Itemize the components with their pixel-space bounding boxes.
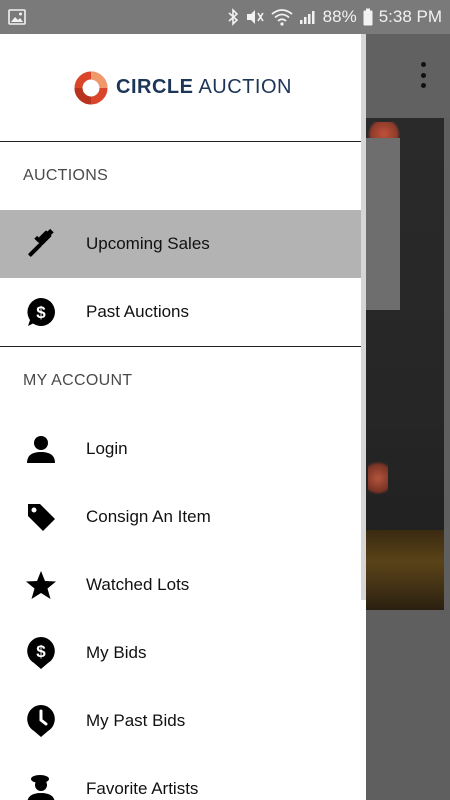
menu-item-label: My Bids bbox=[86, 643, 147, 662]
battery-icon bbox=[363, 8, 373, 26]
menu-item-label: My Past Bids bbox=[86, 711, 186, 730]
menu-item-past-auctions[interactable]: $ Past Auctions bbox=[0, 278, 366, 346]
dollar-pin-icon: $ bbox=[23, 635, 59, 671]
menu-item-label: Past Auctions bbox=[86, 302, 190, 321]
star-icon bbox=[23, 567, 59, 603]
clock-time: 5:38 PM bbox=[378, 7, 442, 26]
background-toolbar bbox=[366, 34, 450, 118]
logo-text-bold: CIRCLE bbox=[116, 76, 194, 98]
status-bar: 88% 5:38 PM bbox=[0, 0, 450, 34]
section-label-auctions: AUCTIONS bbox=[23, 167, 109, 184]
clock-pin-icon bbox=[23, 703, 59, 739]
dollar-bubble-icon: $ bbox=[23, 294, 59, 330]
menu-item-my-past-bids[interactable]: My Past Bids bbox=[0, 687, 366, 755]
menu-item-watched-lots[interactable]: Watched Lots bbox=[0, 551, 366, 619]
drawer-scrollbar[interactable] bbox=[361, 34, 366, 600]
logo-text: CIRCLE AUCTION bbox=[116, 76, 292, 99]
logo-text-rest: AUCTION bbox=[198, 76, 292, 98]
drawer-header: CIRCLE AUCTION bbox=[0, 34, 366, 142]
section-label-my-account: MY ACCOUNT bbox=[23, 372, 133, 389]
person-icon bbox=[23, 431, 59, 467]
menu-item-label: Favorite Artists bbox=[86, 779, 199, 798]
menu-item-login[interactable]: Login bbox=[0, 415, 366, 483]
artist-icon bbox=[23, 771, 59, 800]
menu-item-favorite-artists[interactable]: Favorite Artists bbox=[0, 755, 366, 800]
circle-auction-logo: CIRCLE AUCTION bbox=[74, 71, 292, 105]
mute-icon bbox=[245, 8, 265, 26]
circle-logo-icon bbox=[74, 71, 108, 104]
svg-text:$: $ bbox=[36, 642, 46, 661]
menu-item-label: Upcoming Sales bbox=[86, 234, 210, 253]
svg-text:$: $ bbox=[36, 303, 46, 322]
menu-item-consign-an-item[interactable]: Consign An Item bbox=[0, 483, 366, 551]
tag-icon bbox=[23, 499, 59, 535]
image-notification-icon bbox=[8, 9, 26, 25]
menu-item-upcoming-sales[interactable]: Upcoming Sales bbox=[0, 210, 366, 278]
menu-item-label: Watched Lots bbox=[86, 575, 190, 594]
bluetooth-icon bbox=[227, 8, 239, 26]
overflow-menu-icon[interactable] bbox=[418, 62, 428, 88]
menu-item-my-bids[interactable]: $ My Bids bbox=[0, 619, 366, 687]
menu-item-label: Login bbox=[86, 439, 128, 458]
signal-icon bbox=[299, 9, 317, 25]
wifi-icon bbox=[271, 8, 293, 26]
menu-item-label: Consign An Item bbox=[86, 507, 211, 526]
background-card bbox=[366, 138, 400, 310]
battery-percent: 88% bbox=[322, 7, 357, 26]
navigation-drawer: CIRCLE AUCTION AUCTIONS Upcoming Sales $ bbox=[0, 34, 366, 800]
gavel-icon bbox=[23, 226, 59, 262]
